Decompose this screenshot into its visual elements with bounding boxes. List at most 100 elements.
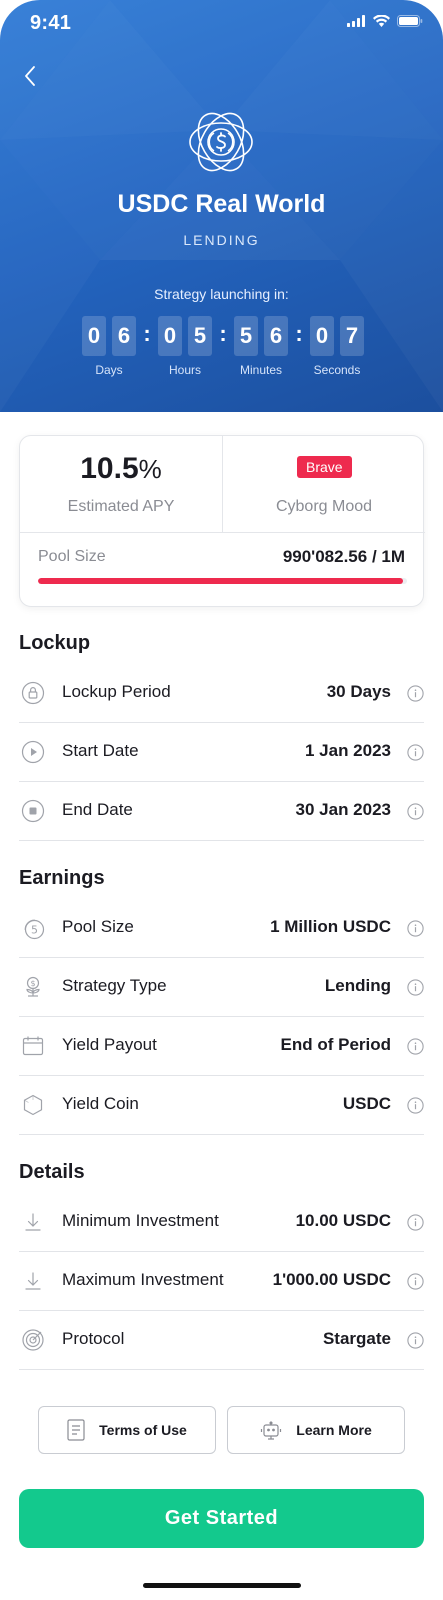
pool-progress-fill bbox=[38, 578, 404, 584]
countdown-digit: 5 bbox=[188, 316, 212, 356]
detail-row-yield-coin: Yield Coin USDC bbox=[19, 1076, 424, 1135]
info-icon[interactable] bbox=[407, 1038, 424, 1055]
row-label: End Date bbox=[62, 800, 133, 819]
svg-text:5: 5 bbox=[31, 924, 38, 937]
detail-row-pool-size: 5 Pool Size 1 Million USDC bbox=[19, 899, 424, 958]
play-icon bbox=[21, 740, 45, 764]
strategy-stats-card: 10.5% Estimated APY Brave Cyborg Mood Po… bbox=[19, 435, 425, 607]
battery-icon bbox=[397, 15, 423, 27]
row-label: Protocol bbox=[62, 1329, 125, 1348]
detail-row-protocol: Protocol Stargate bbox=[19, 1311, 424, 1370]
row-label: Strategy Type bbox=[62, 976, 167, 995]
countdown-digit: 7 bbox=[340, 316, 364, 356]
signal-icon bbox=[347, 15, 365, 27]
pool-size-label: Pool Size bbox=[38, 548, 106, 565]
apy-value: 10.5% bbox=[20, 452, 222, 486]
detail-row-maximum-investment: Maximum Investment 1'000.00 USDC bbox=[19, 1252, 424, 1311]
info-icon[interactable] bbox=[407, 744, 424, 761]
info-icon[interactable] bbox=[407, 1273, 424, 1290]
target-icon bbox=[22, 1329, 44, 1351]
document-icon bbox=[67, 1419, 85, 1441]
home-indicator bbox=[143, 1583, 301, 1588]
app-screen: 9:41 USDC Real World LENDING Strategy la… bbox=[0, 0, 443, 1600]
pool-size-value: 990'082.56 / 1M bbox=[282, 547, 405, 566]
info-icon[interactable] bbox=[407, 803, 424, 820]
back-button[interactable] bbox=[18, 64, 42, 88]
apy-unit: % bbox=[138, 454, 162, 484]
row-value: 30 Days bbox=[326, 682, 391, 701]
usdc-logo-icon bbox=[189, 112, 253, 172]
row-label: Minimum Investment bbox=[62, 1211, 219, 1230]
pool-progress-bar bbox=[38, 578, 407, 584]
countdown-digit: 6 bbox=[264, 316, 288, 356]
countdown-hours: 0 5 Hours bbox=[154, 316, 216, 377]
detail-row-strategy-type: $ Strategy Type Lending bbox=[19, 958, 424, 1017]
countdown-digit: 0 bbox=[82, 316, 106, 356]
countdown-label: Seconds bbox=[313, 363, 361, 377]
section-title-details: Details bbox=[19, 1161, 85, 1183]
launch-countdown: 0 6 Days : 0 5 Hours : 5 6 Minutes: 0 7… bbox=[78, 316, 368, 377]
info-icon[interactable] bbox=[407, 1097, 424, 1114]
robot-icon bbox=[261, 1421, 282, 1440]
apy-number: 10.5 bbox=[80, 452, 139, 485]
download-icon bbox=[25, 1272, 41, 1290]
countdown-seconds: 0 7 Seconds bbox=[306, 316, 368, 377]
detail-row-start-date: Start Date 1 Jan 2023 bbox=[19, 723, 424, 782]
detail-row-yield-payout: Yield Payout End of Period bbox=[19, 1017, 424, 1076]
countdown-digit: 5 bbox=[234, 316, 258, 356]
row-value: Stargate bbox=[322, 1329, 391, 1348]
download-icon bbox=[25, 1213, 41, 1231]
get-started-button[interactable]: Get Started bbox=[19, 1489, 424, 1548]
info-icon[interactable] bbox=[407, 1332, 424, 1349]
countdown-minutes: 5 6 Minutes bbox=[230, 316, 292, 377]
countdown-label: Hours bbox=[168, 363, 201, 377]
strategy-title: USDC Real World bbox=[117, 190, 326, 218]
terms-of-use-button[interactable]: Terms of Use bbox=[38, 1406, 216, 1454]
status-time: 9:41 bbox=[30, 12, 72, 34]
card-divider bbox=[20, 532, 425, 533]
stop-icon bbox=[21, 799, 45, 823]
row-value: 10.00 USDC bbox=[295, 1211, 391, 1230]
hexagon-icon bbox=[23, 1094, 43, 1116]
row-value: 30 Jan 2023 bbox=[295, 800, 391, 819]
countdown-days: 0 6 Days bbox=[78, 316, 140, 377]
info-icon[interactable] bbox=[407, 920, 424, 937]
terms-of-use-label: Terms of Use bbox=[99, 1422, 187, 1438]
learn-more-button[interactable]: Learn More bbox=[227, 1406, 405, 1454]
detail-row-minimum-investment: Minimum Investment 10.00 USDC bbox=[19, 1193, 424, 1252]
row-label: Yield Payout bbox=[62, 1035, 157, 1054]
wifi-icon bbox=[373, 15, 390, 27]
row-value: Lending bbox=[324, 976, 391, 995]
lock-icon bbox=[21, 681, 45, 705]
info-icon[interactable] bbox=[407, 685, 424, 702]
section-title-earnings: Earnings bbox=[19, 867, 105, 889]
row-label: Maximum Investment bbox=[62, 1270, 224, 1289]
row-value: 1 Jan 2023 bbox=[304, 741, 391, 760]
countdown-digit: 0 bbox=[310, 316, 334, 356]
mood-badge: Brave bbox=[297, 456, 352, 478]
launch-label: Strategy launching in: bbox=[154, 286, 289, 302]
detail-row-lockup-period: Lockup Period 30 Days bbox=[19, 664, 424, 723]
section-title-lockup: Lockup bbox=[19, 632, 91, 654]
countdown-separator: : bbox=[143, 321, 151, 346]
info-icon[interactable] bbox=[407, 1214, 424, 1231]
countdown-label: Days bbox=[95, 363, 123, 377]
coins-icon: 5 bbox=[24, 919, 45, 940]
countdown-separator: : bbox=[295, 321, 303, 346]
row-value: 1 Million USDC bbox=[270, 917, 391, 936]
row-value: USDC bbox=[342, 1094, 391, 1113]
row-label: Lockup Period bbox=[62, 682, 171, 701]
row-value: End of Period bbox=[280, 1035, 392, 1054]
status-bar: 9:41 bbox=[0, 0, 443, 46]
countdown-digit: 6 bbox=[112, 316, 136, 356]
info-icon[interactable] bbox=[407, 979, 424, 996]
row-label: Yield Coin bbox=[62, 1094, 139, 1113]
calendar-icon bbox=[22, 1036, 44, 1056]
card-divider bbox=[222, 436, 223, 532]
status-icons bbox=[347, 15, 423, 27]
strategy-header: 9:41 USDC Real World LENDING Strategy la… bbox=[0, 0, 443, 412]
row-value: 1'000.00 USDC bbox=[272, 1270, 391, 1289]
countdown-separator: : bbox=[219, 321, 227, 346]
mood-label: Cyborg Mood bbox=[275, 498, 373, 515]
countdown-label: Minutes bbox=[239, 363, 283, 377]
